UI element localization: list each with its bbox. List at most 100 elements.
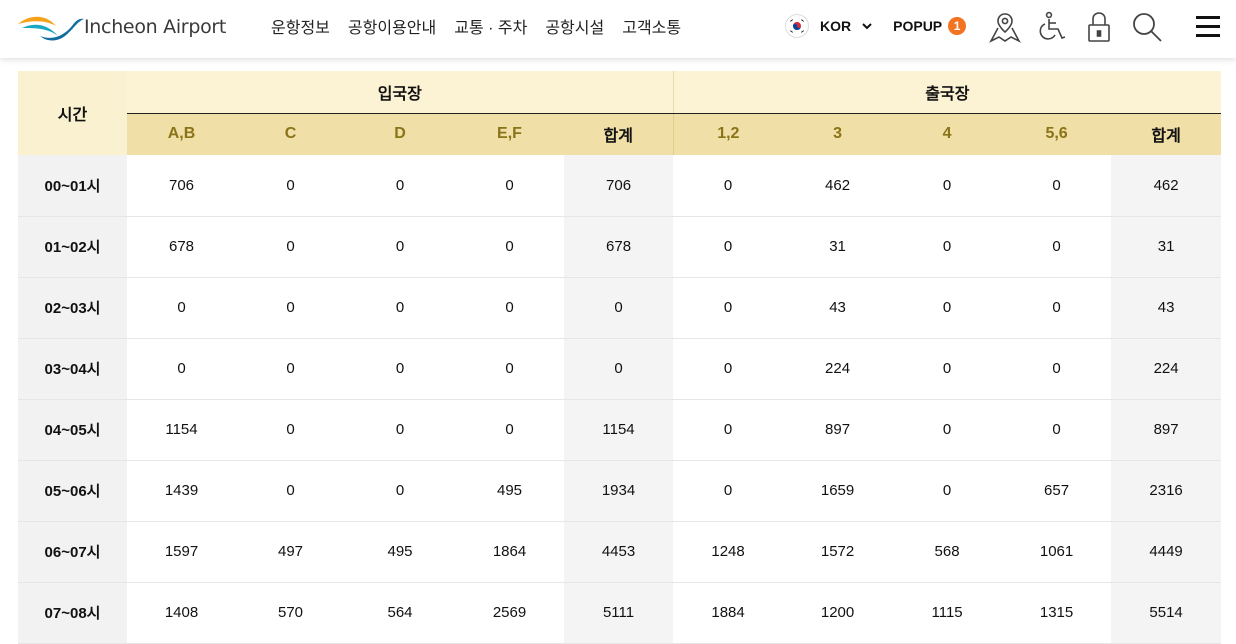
count-cell: 0 — [236, 216, 345, 278]
departure-gate-header: 4 — [892, 113, 1003, 155]
nav-flight-info[interactable]: 운항정보 — [271, 14, 330, 38]
total-cell: 678 — [564, 216, 674, 278]
table-row: 02~03시 0 0 0 0 0 0 43 0 0 43 — [18, 277, 1222, 339]
count-cell: 0 — [345, 338, 455, 400]
count-cell: 657 — [1002, 460, 1112, 522]
arrival-gate-header: E,F — [455, 113, 564, 155]
count-cell: 1200 — [783, 582, 893, 644]
total-cell: 43 — [1111, 277, 1222, 339]
total-cell: 4449 — [1111, 521, 1222, 583]
count-cell: 0 — [345, 399, 455, 461]
count-cell: 897 — [783, 399, 893, 461]
time-slot-cell: 03~04시 — [18, 338, 127, 400]
count-cell: 0 — [892, 399, 1003, 461]
arrival-gate-header: A,B — [127, 113, 236, 155]
count-cell: 0 — [892, 338, 1003, 400]
total-cell: 706 — [564, 155, 674, 217]
count-cell: 1115 — [892, 582, 1003, 644]
count-cell: 495 — [455, 460, 564, 522]
table-row: 06~07시 1597 497 495 1864 4453 1248 1572 568 1061 4… — [18, 521, 1222, 583]
table-row: 07~08시 1408 570 564 2569 5111 1884 1200 1115 1315… — [18, 582, 1222, 644]
count-cell: 678 — [127, 216, 236, 278]
hourly-passenger-table: 시간 입국장 출국장 A,B C D E,F 합계 1,2 3 4 5,6 합계 00~01시 70… — [18, 71, 1222, 644]
total-cell: 5111 — [564, 582, 674, 644]
count-cell: 1884 — [673, 582, 784, 644]
popup-count-badge: 1 — [948, 17, 967, 35]
nav-airport-guide[interactable]: 공항이용안내 — [348, 14, 436, 38]
count-cell: 0 — [345, 216, 455, 278]
total-cell: 224 — [1111, 338, 1222, 400]
time-slot-cell: 01~02시 — [18, 216, 127, 278]
count-cell: 568 — [892, 521, 1003, 583]
count-cell: 43 — [783, 277, 893, 339]
map-icon[interactable] — [987, 10, 1023, 44]
time-slot-cell: 00~01시 — [18, 155, 127, 217]
nav-transport-parking[interactable]: 교통 · 주차 — [454, 14, 527, 38]
departure-gate-header: 합계 — [1111, 113, 1222, 155]
total-cell: 0 — [564, 338, 674, 400]
count-cell: 0 — [236, 155, 345, 217]
count-cell: 0 — [455, 155, 564, 217]
count-cell: 0 — [455, 216, 564, 278]
logo-mark-icon — [18, 16, 84, 41]
count-cell: 1864 — [455, 521, 564, 583]
count-cell: 1597 — [127, 521, 236, 583]
count-cell: 0 — [345, 277, 455, 339]
count-cell: 1154 — [127, 399, 236, 461]
time-slot-cell: 04~05시 — [18, 399, 127, 461]
departure-gate-header: 5,6 — [1002, 113, 1112, 155]
main-navigation: 운항정보 공항이용안내 교통 · 주차 공항시설 고객소통 — [271, 0, 681, 52]
count-cell: 0 — [1002, 338, 1112, 400]
logo-text: Incheon Airport — [84, 16, 227, 38]
total-cell: 31 — [1111, 216, 1222, 278]
count-cell: 0 — [1002, 277, 1112, 339]
count-cell: 570 — [236, 582, 345, 644]
table-row: 00~01시 706 0 0 0 706 0 462 0 0 462 — [18, 155, 1222, 217]
count-cell: 224 — [783, 338, 893, 400]
count-cell: 0 — [673, 399, 784, 461]
time-column-header: 시간 — [18, 71, 127, 155]
time-slot-cell: 02~03시 — [18, 277, 127, 339]
count-cell: 0 — [892, 460, 1003, 522]
count-cell: 2569 — [455, 582, 564, 644]
table-row: 01~02시 678 0 0 0 678 0 31 0 0 31 — [18, 216, 1222, 278]
popup-button[interactable]: POPUP — [893, 18, 942, 34]
search-icon[interactable] — [1129, 10, 1165, 44]
count-cell: 0 — [345, 155, 455, 217]
total-cell: 897 — [1111, 399, 1222, 461]
total-cell: 5514 — [1111, 582, 1222, 644]
table-row: 04~05시 1154 0 0 0 1154 0 897 0 0 897 — [18, 399, 1222, 461]
count-cell: 1439 — [127, 460, 236, 522]
nav-customer-service[interactable]: 고객소통 — [622, 14, 681, 38]
count-cell: 0 — [455, 277, 564, 339]
count-cell: 0 — [236, 399, 345, 461]
total-cell: 1934 — [564, 460, 674, 522]
locker-icon[interactable] — [1081, 10, 1117, 44]
count-cell: 1248 — [673, 521, 784, 583]
chevron-down-icon[interactable] — [861, 20, 873, 32]
count-cell: 497 — [236, 521, 345, 583]
accessibility-icon[interactable] — [1034, 10, 1070, 44]
count-cell: 0 — [1002, 399, 1112, 461]
count-cell: 0 — [673, 277, 784, 339]
count-cell: 0 — [236, 277, 345, 339]
total-cell: 4453 — [564, 521, 674, 583]
menu-icon[interactable] — [1191, 10, 1227, 44]
arrival-gate-header: 합계 — [564, 113, 674, 155]
count-cell: 1572 — [783, 521, 893, 583]
table-row: 05~06시 1439 0 0 495 1934 0 1659 0 657 2316 — [18, 460, 1222, 522]
count-cell: 0 — [1002, 155, 1112, 217]
total-cell: 0 — [564, 277, 674, 339]
language-select[interactable]: KOR — [820, 18, 851, 34]
time-slot-cell: 06~07시 — [18, 521, 127, 583]
time-slot-cell: 05~06시 — [18, 460, 127, 522]
count-cell: 0 — [673, 155, 784, 217]
count-cell: 0 — [127, 277, 236, 339]
incheon-airport-logo[interactable]: Incheon Airport — [16, 9, 226, 45]
departure-hall-header: 출국장 — [672, 71, 1222, 114]
count-cell: 0 — [892, 155, 1003, 217]
nav-airport-facilities[interactable]: 공항시설 — [545, 14, 604, 38]
time-slot-cell: 07~08시 — [18, 582, 127, 644]
count-cell: 0 — [455, 399, 564, 461]
site-header: Incheon Airport 운항정보 공항이용안내 교통 · 주차 공항시설… — [0, 0, 1236, 58]
